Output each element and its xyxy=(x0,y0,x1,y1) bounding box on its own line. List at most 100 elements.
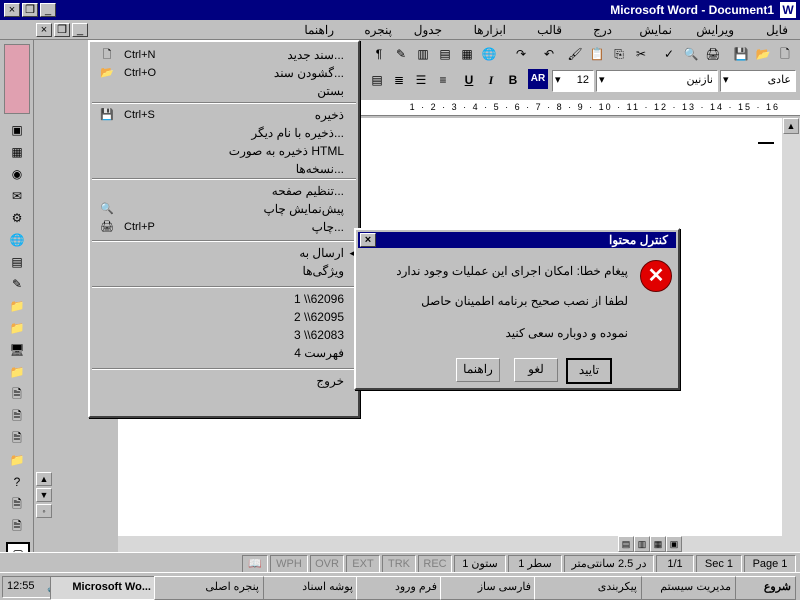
monitor-icon[interactable]: 🖥 xyxy=(6,340,28,360)
file-menu-item[interactable]: سند جدید... Ctrl+N 🗋 xyxy=(94,46,356,64)
globe-icon[interactable]: 🌐 xyxy=(6,230,28,250)
vertical-scrollbar[interactable]: ▲ xyxy=(782,118,800,536)
horizontal-ruler[interactable]: 1 · 2 · 3 · 4 · 5 · 6 · 7 · 8 · 9 · 10 ·… xyxy=(360,100,800,116)
print-preview-icon[interactable]: 🔍 xyxy=(680,43,702,65)
align-center-icon[interactable]: ☰ xyxy=(410,69,432,91)
file-menu-item[interactable]: پیش‌نمایش چاپ 🔍 xyxy=(94,200,356,218)
file-menu-item[interactable]: ویژگی‌ها xyxy=(94,262,356,280)
menu-file[interactable]: فایل xyxy=(762,22,792,38)
document-icon[interactable]: 🗎 xyxy=(6,516,28,536)
file-menu-item[interactable]: ارسال به ◂ xyxy=(94,244,356,262)
folder-icon[interactable]: 📁 xyxy=(6,296,28,316)
file-menu-item[interactable]: ذخیره با نام دیگر... xyxy=(94,124,356,142)
toolbar-icon-7[interactable]: ▤ xyxy=(6,252,28,272)
view-print-button[interactable]: ▦ xyxy=(650,536,666,552)
task-configuration[interactable]: پیکربندی xyxy=(534,576,642,600)
file-menu-item[interactable]: تنظیم صفحه... xyxy=(94,182,356,200)
status-rec[interactable]: REC xyxy=(418,555,452,573)
menu-edit[interactable]: ویرایش xyxy=(692,22,738,38)
status-trk[interactable]: TRK xyxy=(382,555,416,573)
font-combo[interactable]: نازنین ▾ xyxy=(596,70,718,92)
show-hide-icon[interactable]: ¶ xyxy=(368,43,390,65)
spelling-icon[interactable]: ✓ xyxy=(658,43,680,65)
file-menu-item[interactable]: ذخیره Ctrl+S 💾 xyxy=(94,106,356,124)
document-icon[interactable]: 🗎 xyxy=(6,428,28,448)
status-wph[interactable]: WPH xyxy=(270,555,308,573)
file-menu-item[interactable]: 3 \\62083 xyxy=(94,326,356,344)
language-badge[interactable]: AR xyxy=(528,69,548,89)
insert-table-icon[interactable]: ▤ xyxy=(434,43,456,65)
columns-icon[interactable]: ▥ xyxy=(412,43,434,65)
menu-window[interactable]: پنجره xyxy=(360,22,396,38)
task-documents-folder[interactable]: پوشه اسناد xyxy=(262,576,358,600)
print-icon[interactable]: 🖨 xyxy=(702,43,724,65)
underline-button[interactable]: U xyxy=(458,69,480,91)
file-menu-item[interactable]: چاپ... Ctrl+P 🖨 xyxy=(94,218,356,236)
redo-icon[interactable]: ↷ xyxy=(510,43,532,65)
document-icon[interactable]: 🗎 xyxy=(6,494,28,514)
left-dock-scroll[interactable]: ▲ ▼ ◦ xyxy=(36,120,54,534)
file-menu-item[interactable]: 2 \\62095 xyxy=(94,308,356,326)
book-icon[interactable]: 📖 xyxy=(242,555,268,573)
scroll-up-arrow[interactable]: ▲ xyxy=(783,118,799,134)
task-system-manager[interactable]: مدیریت سیستم xyxy=(640,576,736,600)
view-outline-button[interactable]: ▣ xyxy=(666,536,682,552)
restore-window-button[interactable]: ❐ xyxy=(22,3,38,17)
toolbar-icon-1[interactable]: ▣ xyxy=(6,120,28,140)
task-main-window[interactable]: پنجره اصلی xyxy=(154,576,264,600)
status-ext[interactable]: EXT xyxy=(346,555,380,573)
tables-borders-icon[interactable]: ▦ xyxy=(456,43,478,65)
paste-icon[interactable]: 📋 xyxy=(586,43,608,65)
file-menu-item[interactable]: خروج xyxy=(94,372,356,390)
justify-icon[interactable]: ▤ xyxy=(366,69,388,91)
start-button[interactable]: شروع xyxy=(734,576,796,600)
minimize-window-button[interactable]: _ xyxy=(40,3,56,17)
scroll-down-arrow[interactable]: ▼ xyxy=(36,488,52,502)
file-menu-item[interactable]: نسخه‌ها... xyxy=(94,160,356,178)
size-combo[interactable]: 12 ▾ xyxy=(552,70,594,92)
file-menu-item[interactable]: بستن xyxy=(94,82,356,100)
view-web-button[interactable]: ▥ xyxy=(634,536,650,552)
file-menu-item[interactable]: 4 فهرست xyxy=(94,344,356,362)
file-menu-item[interactable]: گشودن سند... Ctrl+O 📂 xyxy=(94,64,356,82)
scroll-select-browse[interactable]: ◦ xyxy=(36,504,52,518)
view-normal-button[interactable]: ▤ xyxy=(618,536,634,552)
open-folder-icon[interactable]: 📂 xyxy=(752,43,774,65)
toolbar-icon-4[interactable]: ✉ xyxy=(6,186,28,206)
word-app-icon[interactable]: W xyxy=(780,2,796,18)
help-icon[interactable]: ? xyxy=(6,472,28,492)
toolbar-icon-8[interactable]: ✎ xyxy=(6,274,28,294)
menu-view[interactable]: نمایش xyxy=(635,22,676,38)
align-left-icon[interactable]: ≣ xyxy=(388,69,410,91)
align-right-icon[interactable]: ≡ xyxy=(432,69,454,91)
toolbar-icon-2[interactable]: ▦ xyxy=(6,142,28,162)
menu-table[interactable]: جدول xyxy=(410,22,446,38)
horizontal-scrollbar[interactable]: ▤ ▥ ▦ ▣ xyxy=(118,536,800,552)
doc-close-button[interactable]: × xyxy=(36,23,52,37)
menu-tools[interactable]: ابزارها xyxy=(470,22,510,38)
cancel-button[interactable]: لغو xyxy=(514,358,558,382)
cut-icon[interactable]: ✂ xyxy=(630,43,652,65)
document-icon[interactable]: 🗎 xyxy=(6,406,28,426)
help-button[interactable]: راهنما xyxy=(456,358,500,382)
bold-button[interactable]: B xyxy=(502,69,524,91)
toolbar-icon-3[interactable]: ◉ xyxy=(6,164,28,184)
ok-button[interactable]: تایید xyxy=(566,358,612,384)
scroll-up-arrow[interactable]: ▲ xyxy=(36,472,52,486)
drawing-icon[interactable]: ✎ xyxy=(390,43,412,65)
italic-button[interactable]: I xyxy=(480,69,502,91)
format-painter-icon[interactable]: 🖌 xyxy=(564,43,586,65)
task-login-form[interactable]: فرم ورود xyxy=(356,576,442,600)
doc-minimize-button[interactable]: _ xyxy=(72,23,88,37)
menu-format[interactable]: قالب xyxy=(533,22,566,38)
file-menu-item[interactable]: ذخیره به صورت HTML xyxy=(94,142,356,160)
toolbar-icon-5[interactable]: ⚙ xyxy=(6,208,28,228)
save-icon[interactable]: 💾 xyxy=(730,43,752,65)
hyperlink-icon[interactable]: 🌐 xyxy=(478,43,500,65)
document-icon[interactable]: 🗎 xyxy=(6,384,28,404)
task-farsi-tool[interactable]: فارسی ساز xyxy=(440,576,536,600)
folder-icon[interactable]: 📁 xyxy=(6,318,28,338)
close-window-button[interactable]: × xyxy=(4,3,20,17)
copy-icon[interactable]: ⎘ xyxy=(608,43,630,65)
folder-icon[interactable]: 📁 xyxy=(6,450,28,470)
